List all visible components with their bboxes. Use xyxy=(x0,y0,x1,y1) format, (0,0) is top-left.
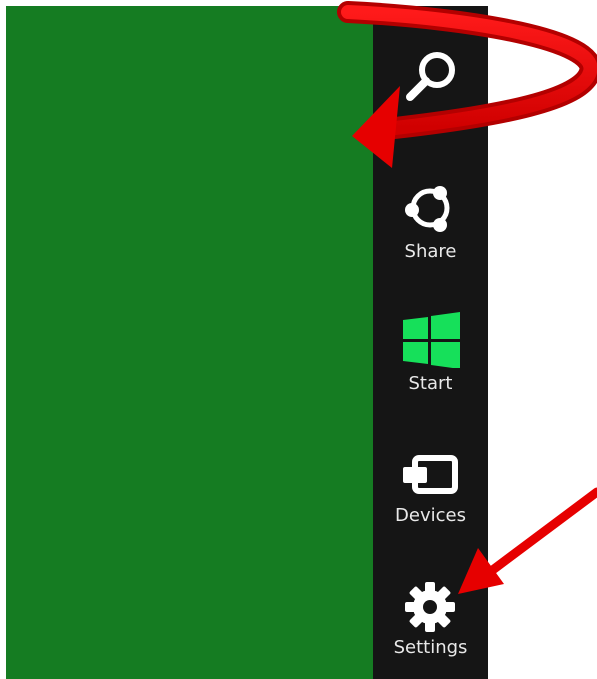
charm-devices-label: Devices xyxy=(395,505,466,526)
search-icon xyxy=(406,52,455,101)
screenshot-stage: Share Start Devices Settings xyxy=(0,0,597,679)
gear-icon xyxy=(405,582,455,632)
charm-start[interactable]: Start xyxy=(373,306,488,426)
devices-icon xyxy=(403,455,458,494)
share-icon xyxy=(405,186,450,232)
charm-settings-label: Settings xyxy=(393,637,468,658)
app-surface[interactable] xyxy=(6,6,373,679)
charm-share-label: Share xyxy=(404,241,457,262)
charm-search[interactable] xyxy=(373,42,488,162)
charm-settings[interactable]: Settings xyxy=(373,570,488,679)
charm-devices[interactable]: Devices xyxy=(373,438,488,558)
windows-logo-icon xyxy=(403,312,460,368)
charms-bar: Share Start Devices Settings xyxy=(373,6,488,679)
charm-start-label: Start xyxy=(408,373,453,394)
charm-share[interactable]: Share xyxy=(373,174,488,294)
